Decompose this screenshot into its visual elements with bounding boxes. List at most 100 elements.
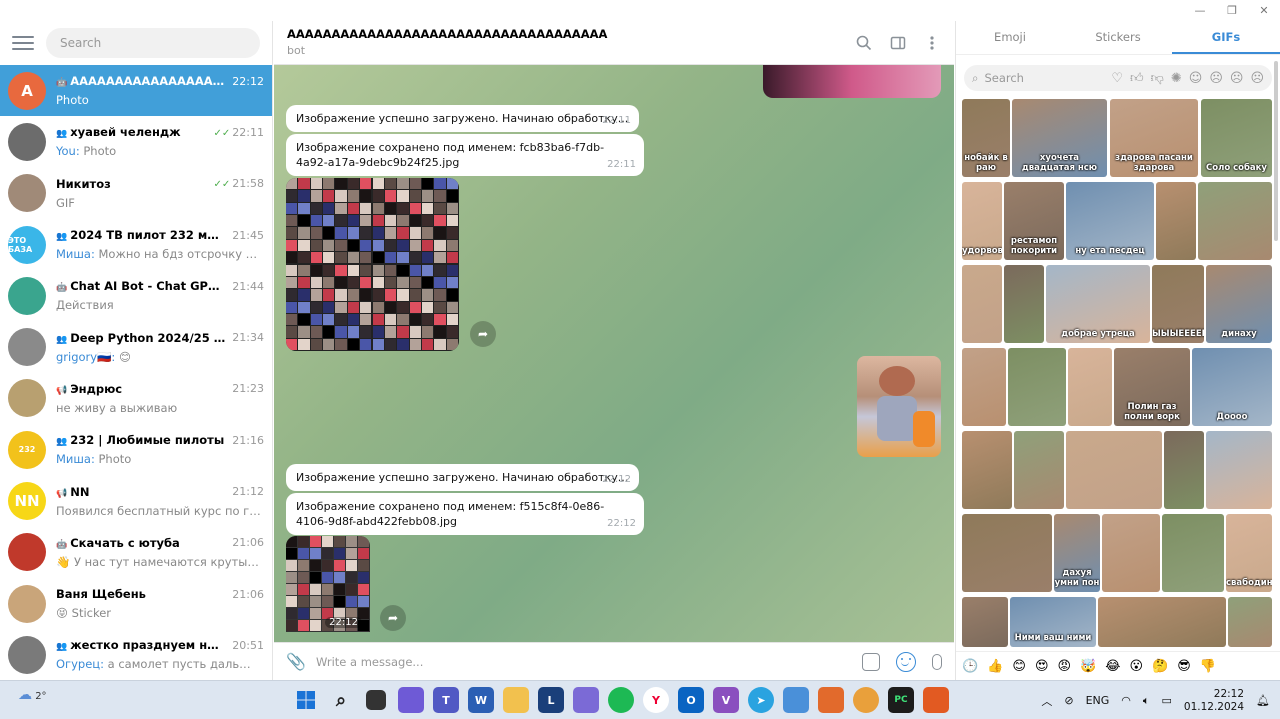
gif-item[interactable]: Полин газ полни ворк: [1114, 348, 1190, 426]
emoji-item[interactable]: 😊: [1012, 659, 1026, 674]
snipping-tool-icon[interactable]: [818, 687, 844, 713]
message-area[interactable]: Изображение успешно загружено. Начинаю о…: [274, 65, 954, 642]
bot-commands-icon[interactable]: [862, 652, 880, 671]
emoji-item[interactable]: 😎: [1177, 659, 1191, 674]
message-bubble[interactable]: Изображение сохранено под именем: fcb83b…: [286, 134, 644, 176]
gif-item[interactable]: [962, 265, 1002, 343]
gif-item[interactable]: [1228, 597, 1272, 647]
gif-item[interactable]: свабодин: [1226, 514, 1272, 592]
tab-gifs[interactable]: GIFs: [1172, 21, 1280, 54]
pixelated-photo[interactable]: 22:12: [286, 536, 370, 632]
close-button[interactable]: ✕: [1248, 0, 1280, 21]
gif-item[interactable]: ЫЫЫЕЕЕЕЕ: [1152, 265, 1204, 343]
lingvo-icon[interactable]: L: [538, 687, 564, 713]
volume-icon[interactable]: 🔈︎: [1143, 694, 1150, 708]
heart-icon[interactable]: ♡: [1111, 71, 1123, 86]
tab-emoji[interactable]: Emoji: [956, 21, 1064, 54]
chrome-icon[interactable]: [853, 687, 879, 713]
battery-icon[interactable]: ▭: [1162, 694, 1172, 707]
gif-item[interactable]: хуочета двадцатая нсю: [1012, 99, 1107, 177]
gif-item[interactable]: нобайк в раю: [962, 99, 1010, 177]
word-icon[interactable]: W: [468, 687, 494, 713]
chat-list-item[interactable]: 232 👥 232 | Любимые пилоты 21:16 Миша: Photo: [0, 424, 272, 475]
gif-item[interactable]: Доооо: [1192, 348, 1272, 426]
hamburger-menu-icon[interactable]: [12, 36, 34, 50]
clock[interactable]: 22:12 01.12.2024: [1184, 688, 1244, 714]
emoji-item[interactable]: 😍: [1035, 659, 1049, 674]
chevron-up-icon[interactable]: ︿: [1041, 693, 1052, 709]
thumbs-up-icon[interactable]: 👍︎: [1130, 71, 1144, 86]
pycharm-icon[interactable]: PC: [888, 687, 914, 713]
chat-list-item[interactable]: NN 📢 NN 21:12 Появился бесплатный курс по ге…: [0, 475, 272, 526]
cry-icon[interactable]: ☹: [1250, 71, 1264, 86]
teams-icon[interactable]: T: [433, 687, 459, 713]
telegram-icon[interactable]: ➤: [748, 687, 774, 713]
panel-scrollbar[interactable]: [1274, 61, 1278, 241]
forward-icon[interactable]: ➦: [470, 321, 496, 347]
no-network-icon[interactable]: ⊘: [1064, 694, 1073, 707]
file-explorer-icon[interactable]: [503, 687, 529, 713]
gif-item[interactable]: [1004, 265, 1044, 343]
emoji-item[interactable]: 👎: [1200, 659, 1216, 674]
chat-list-item[interactable]: Ваня Щебень 21:06 😝 Sticker: [0, 578, 272, 629]
gif-item[interactable]: [1156, 182, 1196, 260]
gif-item[interactable]: [1162, 514, 1224, 592]
chat-list-item[interactable]: 📢 Эндрюс 21:23 не живу а выживаю: [0, 373, 272, 424]
attach-icon[interactable]: 📎: [286, 652, 306, 671]
more-options-icon[interactable]: [922, 33, 942, 53]
office-app-icon[interactable]: [923, 687, 949, 713]
search-icon[interactable]: ⌕: [328, 687, 354, 713]
gif-search-input[interactable]: ⌕ Search ♡ 👍︎ 👎︎ ✺ ☺ ☹ ☹ ☹: [964, 65, 1272, 91]
chat-list-item[interactable]: 👥Deep Python 2024/25 Chat 21:34 grigory🇷🇺:…: [0, 321, 272, 372]
party-icon[interactable]: ✺: [1171, 71, 1182, 86]
gif-item[interactable]: [1206, 431, 1272, 509]
message-bubble[interactable]: Изображение сохранено под именем: f515c8…: [286, 493, 644, 535]
outlook-icon[interactable]: O: [678, 687, 704, 713]
emoji-item[interactable]: 🤔: [1152, 659, 1168, 674]
search-icon[interactable]: [854, 33, 874, 53]
gif-item[interactable]: [1102, 514, 1160, 592]
gif-item[interactable]: добрае утреца: [1046, 265, 1150, 343]
thumbs-down-icon[interactable]: 👎︎: [1151, 71, 1164, 86]
windows-start-icon[interactable]: [293, 687, 319, 713]
search-input[interactable]: Search: [46, 28, 260, 58]
outgoing-photo[interactable]: [857, 356, 941, 457]
gif-item[interactable]: [962, 597, 1008, 647]
language-indicator[interactable]: ENG: [1086, 694, 1110, 707]
recent-icon[interactable]: 🕒: [962, 659, 978, 674]
sad-icon[interactable]: ☹: [1209, 71, 1223, 86]
notepad-icon[interactable]: [783, 687, 809, 713]
gif-item[interactable]: [962, 431, 1012, 509]
gif-item[interactable]: [1066, 431, 1162, 509]
gif-item[interactable]: ну ета песдец: [1066, 182, 1154, 260]
gif-item[interactable]: динаху: [1206, 265, 1272, 343]
message-bubble[interactable]: Изображение успешно загружено. Начинаю о…: [286, 105, 639, 132]
tab-stickers[interactable]: Stickers: [1064, 21, 1172, 54]
wifi-icon[interactable]: ◠: [1121, 694, 1131, 707]
notification-icon[interactable]: 🔔︎: [1256, 694, 1270, 707]
yandex-browser-icon[interactable]: Y: [643, 687, 669, 713]
emoji-item[interactable]: 🤯: [1080, 659, 1096, 674]
gif-item[interactable]: [1014, 431, 1064, 509]
chat-list-item[interactable]: Никитоз ✓✓ 21:58 GIF: [0, 168, 272, 219]
task-view-icon[interactable]: [366, 690, 386, 710]
spotify-icon[interactable]: [608, 687, 634, 713]
emoji-item[interactable]: 😡: [1058, 659, 1072, 674]
gif-item[interactable]: [1198, 182, 1272, 260]
sidebar-toggle-icon[interactable]: [888, 33, 908, 53]
pixelated-photo[interactable]: [286, 178, 459, 351]
forward-icon[interactable]: ➦: [380, 605, 406, 631]
minimize-button[interactable]: —: [1184, 0, 1216, 21]
emoji-item[interactable]: 😂: [1105, 659, 1120, 674]
gif-item[interactable]: [1098, 597, 1226, 647]
gif-item[interactable]: дахуя умни пон: [1054, 514, 1100, 592]
chat-list-item[interactable]: ЭТО БАЗА 👥 2024 ТВ пилот 232 м+п+ 21:45 Миша…: [0, 219, 272, 270]
chat-list-item[interactable]: 👥 хуавей челендж ✓✓ 22:11 You: Photo: [0, 116, 272, 167]
emoji-item[interactable]: 😮: [1129, 659, 1143, 674]
gif-item[interactable]: [1164, 431, 1204, 509]
chat-list-item[interactable]: 👥жестко празднуем новый год 20:51 Огурец: …: [0, 629, 272, 680]
message-input[interactable]: Write a message...: [316, 655, 862, 669]
gif-item[interactable]: [962, 514, 1052, 592]
microphone-icon[interactable]: [932, 653, 942, 670]
restore-button[interactable]: ❐: [1216, 0, 1248, 21]
